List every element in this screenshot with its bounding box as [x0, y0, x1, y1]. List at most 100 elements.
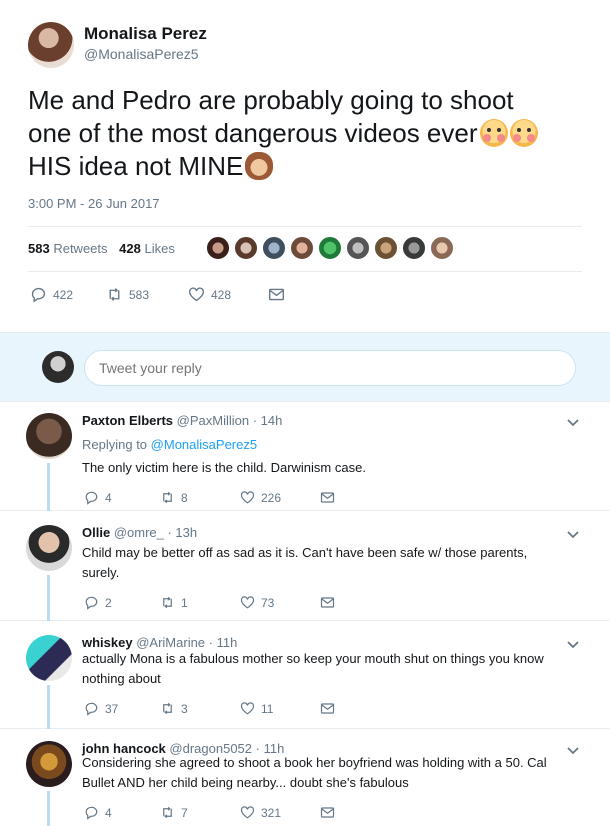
reply-text: Considering she agreed to shoot a book h… [82, 755, 547, 790]
message-button[interactable] [268, 286, 285, 303]
reply-button[interactable]: 4 [84, 490, 160, 505]
retweet-button[interactable]: 3 [160, 701, 240, 716]
retweets-stat[interactable]: 583 Retweets [28, 241, 108, 256]
retweet-button[interactable]: 1 [160, 595, 240, 610]
retweet-icon [163, 702, 172, 715]
message-button[interactable] [320, 805, 335, 820]
liker-avatar[interactable] [430, 236, 454, 260]
replying-to-link[interactable]: @MonalisaPerez5 [151, 437, 257, 452]
retweet-button[interactable]: 8 [160, 490, 240, 505]
tweet-text-line2: one of the most dangerous videos ever [28, 118, 478, 148]
reply-avatar[interactable] [26, 413, 72, 459]
retweet-count: 583 [129, 287, 150, 302]
liker-avatar[interactable] [402, 236, 426, 260]
author-name[interactable]: Monalisa Perez [84, 24, 207, 44]
divider [28, 271, 582, 272]
reply-time[interactable]: · 14h [253, 413, 283, 428]
retweet-button[interactable]: 583 [106, 286, 188, 303]
reply-time[interactable]: · 11h [209, 635, 238, 650]
reply-button[interactable]: 422 [30, 286, 106, 303]
message-button[interactable] [320, 595, 335, 610]
retweets-label: Retweets [53, 241, 108, 256]
thread-line [47, 463, 50, 511]
like-button[interactable]: 73 [240, 595, 320, 610]
retweet-count: 3 [181, 701, 188, 716]
envelope-icon [320, 703, 335, 714]
chevron-down-icon[interactable] [566, 415, 580, 429]
envelope-icon [320, 597, 335, 608]
reply-icon [31, 287, 46, 303]
reply-avatar[interactable] [26, 525, 72, 571]
like-button[interactable]: 428 [188, 286, 268, 303]
author-handle[interactable]: @MonalisaPerez5 [84, 46, 199, 62]
reply-author-name[interactable]: whiskey [82, 635, 133, 650]
reply-actions: 37 3 11 [84, 701, 335, 716]
reply-button[interactable]: 4 [84, 805, 160, 820]
like-count: 11 [261, 701, 274, 716]
thread-line [47, 685, 50, 729]
envelope-icon [320, 807, 335, 818]
message-button[interactable] [320, 490, 335, 505]
retweet-count: 7 [181, 805, 188, 820]
heart-icon [240, 596, 255, 609]
chevron-down-icon[interactable] [566, 637, 580, 651]
reply-time[interactable]: · 13h [167, 525, 197, 540]
liker-avatar[interactable] [262, 236, 286, 260]
reply-icon [85, 806, 98, 820]
thread-line [47, 791, 50, 826]
reply-author-handle[interactable]: @AriMarine [136, 635, 205, 650]
reply-tweet[interactable]: whiskey @AriMarine · 11h actually Mona i… [0, 625, 610, 729]
reply-author-name[interactable]: Ollie [82, 525, 110, 540]
tweet-actions: 422 583 428 [30, 286, 285, 303]
reply-author-handle[interactable]: @omre_ [114, 525, 164, 540]
reply-actions: 2 1 73 [84, 595, 335, 610]
liker-avatar[interactable] [234, 236, 258, 260]
envelope-icon [320, 492, 335, 503]
like-button[interactable]: 11 [240, 701, 320, 716]
like-button[interactable]: 321 [240, 805, 320, 820]
tweet-timestamp[interactable]: 3:00 PM - 26 Jun 2017 [28, 196, 160, 211]
retweets-count: 583 [28, 241, 50, 256]
reply-header: Ollie @omre_ · 13h [82, 525, 197, 540]
likers-avatars [206, 236, 454, 260]
reply-avatar[interactable] [26, 635, 72, 681]
liker-avatar[interactable] [318, 236, 342, 260]
thread-line [47, 575, 50, 621]
liker-avatar[interactable] [206, 236, 230, 260]
retweet-icon [163, 491, 172, 504]
main-tweet: Monalisa Perez @MonalisaPerez5 Me and Pe… [0, 0, 610, 330]
reply-tweet[interactable]: john hancock @dragon5052 · 11h Consideri… [0, 731, 610, 826]
heart-icon [240, 491, 255, 504]
author-avatar[interactable] [28, 22, 74, 68]
liker-avatar[interactable] [346, 236, 370, 260]
reply-button[interactable]: 2 [84, 595, 160, 610]
reply-icon [85, 702, 98, 716]
reply-author-name[interactable]: Paxton Elberts [82, 413, 173, 428]
reply-icon [85, 491, 98, 505]
like-count: 321 [261, 805, 282, 820]
retweet-icon [163, 806, 172, 819]
liker-avatar[interactable] [374, 236, 398, 260]
likes-stat[interactable]: 428 Likes [119, 241, 175, 256]
divider [28, 226, 582, 227]
user-avatar [42, 351, 74, 383]
retweet-button[interactable]: 7 [160, 805, 240, 820]
reply-tweet[interactable]: Ollie @omre_ · 13h Child may be better o… [0, 515, 610, 621]
reply-tweet[interactable]: Paxton Elberts @PaxMillion · 14h Replyin… [0, 403, 610, 511]
reply-avatar[interactable] [26, 741, 72, 787]
reply-input[interactable] [84, 350, 576, 386]
reply-count: 37 [105, 701, 119, 716]
reply-actions: 4 8 226 [84, 490, 335, 505]
reply-button[interactable]: 37 [84, 701, 160, 716]
chevron-down-icon[interactable] [566, 527, 580, 541]
reply-icon [85, 596, 98, 610]
message-button[interactable] [320, 701, 335, 716]
chevron-down-icon[interactable] [566, 743, 580, 757]
tweet-text-line3: HIS idea not MINE [28, 151, 244, 181]
flushed-face-emoji [509, 119, 538, 147]
liker-avatar[interactable] [290, 236, 314, 260]
reply-count: 2 [105, 595, 112, 610]
reply-header: whiskey @AriMarine · 11h [82, 635, 237, 650]
reply-author-handle[interactable]: @PaxMillion [177, 413, 249, 428]
like-button[interactable]: 226 [240, 490, 320, 505]
